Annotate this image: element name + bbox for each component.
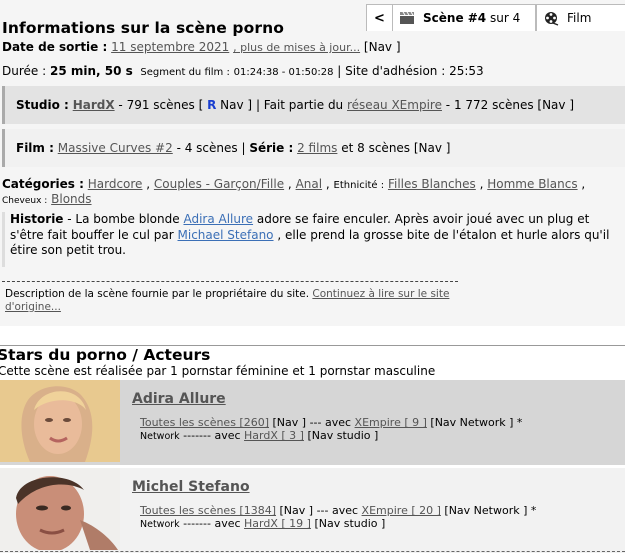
stars-summary: Cette scène est réalisée par 1 pornstar … [0, 364, 436, 378]
film-link[interactable]: Massive Curves #2 [58, 141, 173, 155]
network-link[interactable]: réseau XEmpire [347, 98, 442, 112]
history-label: Historie [10, 212, 64, 226]
hair-link[interactable]: Blonds [51, 192, 91, 206]
film-label: Film : [16, 141, 54, 155]
network-scenes-link[interactable]: XEmpire [ 20 ] [362, 504, 441, 517]
all-scenes-link[interactable]: Toutes les scènes [1384] [140, 504, 276, 517]
series-link[interactable]: 2 films [297, 141, 337, 155]
actor-link[interactable]: Michael Stefano [178, 228, 274, 242]
categories-row: Catégories : Hardcore , Couples - Garçon… [2, 177, 586, 191]
site-duration: | Site d'adhésion : 25:53 [337, 64, 484, 78]
scene-nav-tabs: < Scène #4 sur 4 Film [366, 4, 625, 31]
film-tab[interactable]: Film [536, 4, 625, 31]
category-link[interactable]: Hardcore [88, 177, 143, 191]
categories-label: Catégories : [2, 177, 84, 191]
studio-scenes-link[interactable]: HardX [ 3 ] [244, 429, 304, 442]
page-title: Informations sur la scène porno [2, 19, 284, 37]
network-count: - 1 772 scènes [Nav ] [445, 98, 575, 112]
release-nav[interactable]: [Nav ] [364, 40, 401, 54]
clapperboard-icon [400, 11, 414, 24]
prev-label: < [374, 10, 385, 26]
star-nav[interactable]: [Nav ] --- avec [273, 416, 352, 429]
history-box: Historie - La bombe blonde Adira Allure … [2, 212, 625, 267]
film-reel-icon [545, 12, 559, 26]
stars-section-title: Stars du porno / Acteurs [0, 346, 211, 364]
network-scenes-link[interactable]: XEmpire [ 9 ] [355, 416, 427, 429]
studio-link[interactable]: HardX [73, 98, 115, 112]
segment-label: Segment du film : [140, 67, 230, 78]
all-scenes-link[interactable]: Toutes les scènes [260] [140, 416, 269, 429]
studio-nav[interactable]: [Nav studio ] [314, 517, 385, 530]
star-links: Toutes les scènes [260] [Nav ] --- avec … [140, 416, 560, 443]
release-label: Date de sortie : [2, 40, 108, 54]
network-nav[interactable]: [Nav Network ] * [444, 504, 536, 517]
prev-scene-button[interactable]: < [366, 4, 393, 31]
hair-label: Cheveux : [2, 196, 48, 206]
release-date-link[interactable]: 11 septembre 2021 [111, 40, 229, 54]
scene-tab[interactable]: Scène #4 sur 4 [393, 4, 536, 31]
release-row: Date de sortie : 11 septembre 2021 , plu… [2, 40, 401, 54]
more-updates-link[interactable]: , plus de mises à jour... [233, 41, 360, 54]
scene-info-panel: < Scène #4 sur 4 Film Informations sur l… [0, 0, 625, 326]
film-box: Film : Massive Curves #2 - 4 scènes | Sé… [2, 129, 625, 167]
star-card: Adira Allure Toutes les scènes [260] [Na… [0, 380, 625, 465]
category-link[interactable]: Couples - Garçon/Fille [154, 177, 284, 191]
duration-label: Durée : [2, 64, 47, 78]
description-note-text: Description de la scène fournie par le p… [5, 288, 313, 300]
avec-studio: ------- avec [183, 517, 241, 530]
description-note: Description de la scène fournie par le p… [5, 288, 475, 314]
series-label: Série : [249, 141, 294, 155]
studio-count: - 791 scènes [ [118, 98, 204, 112]
history-text-1: - La bombe blonde [63, 212, 184, 226]
star-name-link[interactable]: Adira Allure [132, 391, 226, 407]
film-tab-label: Film [567, 11, 592, 25]
part-of-label: | Fait partie du [255, 98, 344, 112]
star-photo[interactable] [0, 380, 120, 462]
studio-scenes-link[interactable]: HardX [ 19 ] [244, 517, 311, 530]
star-photo[interactable] [0, 468, 120, 550]
duration-value: 25 min, 50 s [49, 64, 133, 78]
hair-row: Cheveux : Blonds [2, 192, 92, 206]
ethnicity-link[interactable]: Homme Blancs [487, 177, 577, 191]
category-link[interactable]: Anal [296, 177, 323, 191]
star-name-link[interactable]: Michel Stefano [132, 479, 250, 495]
film-count: - 4 scènes | [176, 141, 246, 155]
star-card: Michel Stefano Toutes les scènes [1384] … [0, 468, 625, 553]
ethnicity-label: Ethnicité : [333, 180, 385, 191]
duration-row: Durée : 25 min, 50 s Segment du film : 0… [2, 64, 484, 78]
actor-link[interactable]: Adira Allure [183, 212, 253, 226]
divider [2, 281, 458, 282]
network-nav[interactable]: [Nav Network ] * [430, 416, 522, 429]
divider [0, 551, 625, 552]
studio-nav[interactable]: [Nav studio ] [307, 429, 378, 442]
star-nav[interactable]: [Nav ] --- avec [280, 504, 359, 517]
studio-box: Studio : HardX - 791 scènes [ R Nav ] | … [2, 86, 625, 124]
studio-label: Studio : [16, 98, 69, 112]
studio-nav[interactable]: Nav ] [220, 98, 252, 112]
ethnicity-link[interactable]: Filles Blanches [388, 177, 476, 191]
scene-tab-of: sur 4 [490, 11, 521, 25]
studio-r-link[interactable]: R [207, 98, 216, 112]
series-count: et 8 scènes [Nav ] [341, 141, 451, 155]
avec-studio: ------- avec [183, 429, 241, 442]
scene-tab-label: Scène #4 [423, 11, 487, 25]
segment-value: 01:24:38 - 01:50:28 [233, 67, 334, 78]
network-word: Network [140, 431, 180, 442]
star-links: Toutes les scènes [1384] [Nav ] --- avec… [140, 504, 560, 531]
network-word: Network [140, 519, 180, 530]
